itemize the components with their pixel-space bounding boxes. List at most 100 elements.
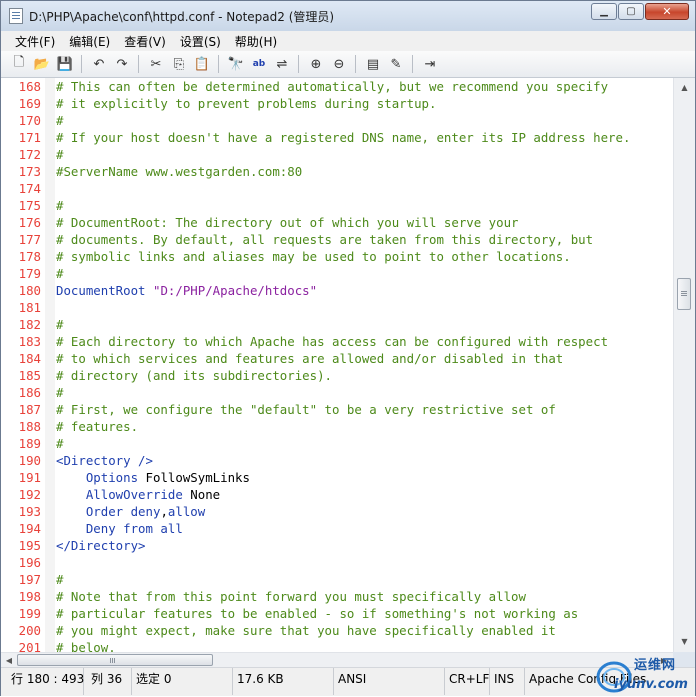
exit-button[interactable]: ⇥	[420, 54, 440, 74]
code-token: #	[56, 147, 64, 162]
vertical-scroll-thumb[interactable]	[677, 278, 691, 310]
code-line[interactable]: 174	[1, 180, 673, 197]
menu-settings[interactable]: 设置(S)	[173, 33, 228, 50]
word-wrap-button[interactable]: ⇌	[272, 54, 292, 74]
code-token: # Each directory to which Apache has acc…	[56, 334, 609, 349]
maximize-button[interactable]: ▢	[618, 3, 644, 20]
code-token: #	[56, 436, 64, 451]
code-line[interactable]: 197 #	[1, 571, 673, 588]
zoom-out-button[interactable]: ⊖	[329, 54, 349, 74]
code-line[interactable]: 187 # First, we configure the "default" t…	[1, 401, 673, 418]
scheme-icon: ▤	[366, 56, 380, 72]
code-token: # documents. By default, all requests ar…	[56, 232, 594, 247]
cut-button[interactable]: ✂	[146, 54, 166, 74]
zoom-in-button[interactable]: ⊕	[306, 54, 326, 74]
line-number: 188	[18, 419, 41, 434]
code-line[interactable]: 185 # directory (and its subdirectories).	[1, 367, 673, 384]
menu-bar: 文件(F) 编辑(E) 查看(V) 设置(S) 帮助(H)	[1, 31, 695, 51]
code-line[interactable]: 173 #ServerName www.westgarden.com:80	[1, 163, 673, 180]
close-button[interactable]: ✕	[645, 3, 689, 20]
redo-button[interactable]: ↷	[112, 54, 132, 74]
toolbar-separator	[298, 55, 299, 73]
code-line[interactable]: 184 # to which services and features are …	[1, 350, 673, 367]
toolbar-separator	[355, 55, 356, 73]
find-icon: 🔭	[227, 56, 245, 72]
code-line[interactable]: 179 #	[1, 265, 673, 282]
line-text: # DocumentRoot: The directory out of whi…	[56, 214, 519, 231]
find-button[interactable]: 🔭	[226, 54, 246, 74]
code-line[interactable]: 176 # DocumentRoot: The directory out of …	[1, 214, 673, 231]
horizontal-scrollbar[interactable]: ◀ ▶	[1, 652, 673, 667]
code-line[interactable]: 180 DocumentRoot "D:/PHP/Apache/htdocs"	[1, 282, 673, 299]
code-editor[interactable]: 168 # This can often be determined automa…	[1, 78, 673, 652]
code-line[interactable]: 193 Order deny,allow	[1, 503, 673, 520]
code-line[interactable]: 195 </Directory>	[1, 537, 673, 554]
code-line[interactable]: 189 #	[1, 435, 673, 452]
horizontal-scroll-thumb[interactable]	[17, 654, 213, 666]
open-folder-button[interactable]: 📂	[32, 54, 52, 74]
code-line[interactable]: 171 # If your host doesn't have a registe…	[1, 129, 673, 146]
undo-button[interactable]: ↶	[89, 54, 109, 74]
code-line[interactable]: 201 # below.	[1, 639, 673, 652]
line-text: Deny from all	[56, 520, 183, 537]
code-line[interactable]: 169 # it explicitly to prevent problems d…	[1, 95, 673, 112]
code-line[interactable]: 178 # symbolic links and aliases may be u…	[1, 248, 673, 265]
line-number: 196	[18, 555, 41, 570]
scroll-left-icon[interactable]: ◀	[2, 653, 16, 667]
open-folder-icon: 📂	[33, 56, 51, 72]
line-number: 199	[18, 606, 41, 621]
code-token: #	[56, 572, 64, 587]
code-line[interactable]: 186 #	[1, 384, 673, 401]
menu-help[interactable]: 帮助(H)	[228, 33, 284, 50]
paste-button[interactable]: 📋	[192, 54, 212, 74]
menu-edit[interactable]: 编辑(E)	[62, 33, 117, 50]
menu-file[interactable]: 文件(F)	[1, 33, 62, 50]
title-bar[interactable]: D:\PHP\Apache\conf\httpd.conf - Notepad2…	[1, 1, 695, 31]
code-line[interactable]: 198 # Note that from this point forward y…	[1, 588, 673, 605]
code-line[interactable]: 183 # Each directory to which Apache has …	[1, 333, 673, 350]
code-line[interactable]: 170 #	[1, 112, 673, 129]
vertical-scrollbar[interactable]: ▲ ▼	[673, 78, 695, 652]
minimize-button[interactable]: ▁	[591, 3, 617, 20]
new-file-button[interactable]: 🗋	[9, 54, 29, 74]
code-line[interactable]: 199 # particular features to be enabled -…	[1, 605, 673, 622]
code-line[interactable]: 196	[1, 554, 673, 571]
status-line-ending[interactable]: CR+LF	[445, 668, 490, 695]
line-number: 178	[18, 249, 41, 264]
code-token: #	[56, 317, 64, 332]
scroll-down-icon[interactable]: ▼	[677, 634, 692, 649]
line-text: # to which services and features are all…	[56, 350, 563, 367]
scheme-button[interactable]: ▤	[363, 54, 383, 74]
code-line[interactable]: 188 # features.	[1, 418, 673, 435]
line-text: # particular features to be enabled - so…	[56, 605, 578, 622]
status-selection: 选定 0	[132, 668, 233, 695]
status-encoding[interactable]: ANSI	[334, 668, 445, 695]
code-line[interactable]: 175 #	[1, 197, 673, 214]
code-line[interactable]: 192 AllowOverride None	[1, 486, 673, 503]
line-text: #	[56, 265, 63, 282]
code-line[interactable]: 200 # you might expect, make sure that yo…	[1, 622, 673, 639]
save-button[interactable]: 💾	[55, 54, 75, 74]
code-line[interactable]: 182 #	[1, 316, 673, 333]
code-token: # below.	[56, 640, 116, 652]
code-token: # features.	[56, 419, 139, 434]
status-line-position[interactable]: 行 180 : 493	[7, 668, 84, 695]
customize-button[interactable]: ✎	[386, 54, 406, 74]
code-line[interactable]: 194 Deny from all	[1, 520, 673, 537]
code-line[interactable]: 191 Options FollowSymLinks	[1, 469, 673, 486]
code-line[interactable]: 172 #	[1, 146, 673, 163]
code-line[interactable]: 181	[1, 299, 673, 316]
line-text: # symbolic links and aliases may be used…	[56, 248, 571, 265]
code-line[interactable]: 177 # documents. By default, all requests…	[1, 231, 673, 248]
copy-button[interactable]: ⎘	[169, 54, 189, 74]
code-token: # If your host doesn't have a registered…	[56, 130, 631, 145]
line-text: # it explicitly to prevent problems duri…	[56, 95, 436, 112]
menu-view[interactable]: 查看(V)	[117, 33, 173, 50]
replace-button[interactable]: ab	[249, 54, 269, 74]
line-number: 184	[18, 351, 41, 366]
code-line[interactable]: 168 # This can often be determined automa…	[1, 78, 673, 95]
line-text: DocumentRoot "D:/PHP/Apache/htdocs"	[56, 282, 317, 299]
notepad-icon[interactable]	[9, 8, 23, 24]
code-line[interactable]: 190 <Directory />	[1, 452, 673, 469]
scroll-up-icon[interactable]: ▲	[677, 80, 692, 95]
